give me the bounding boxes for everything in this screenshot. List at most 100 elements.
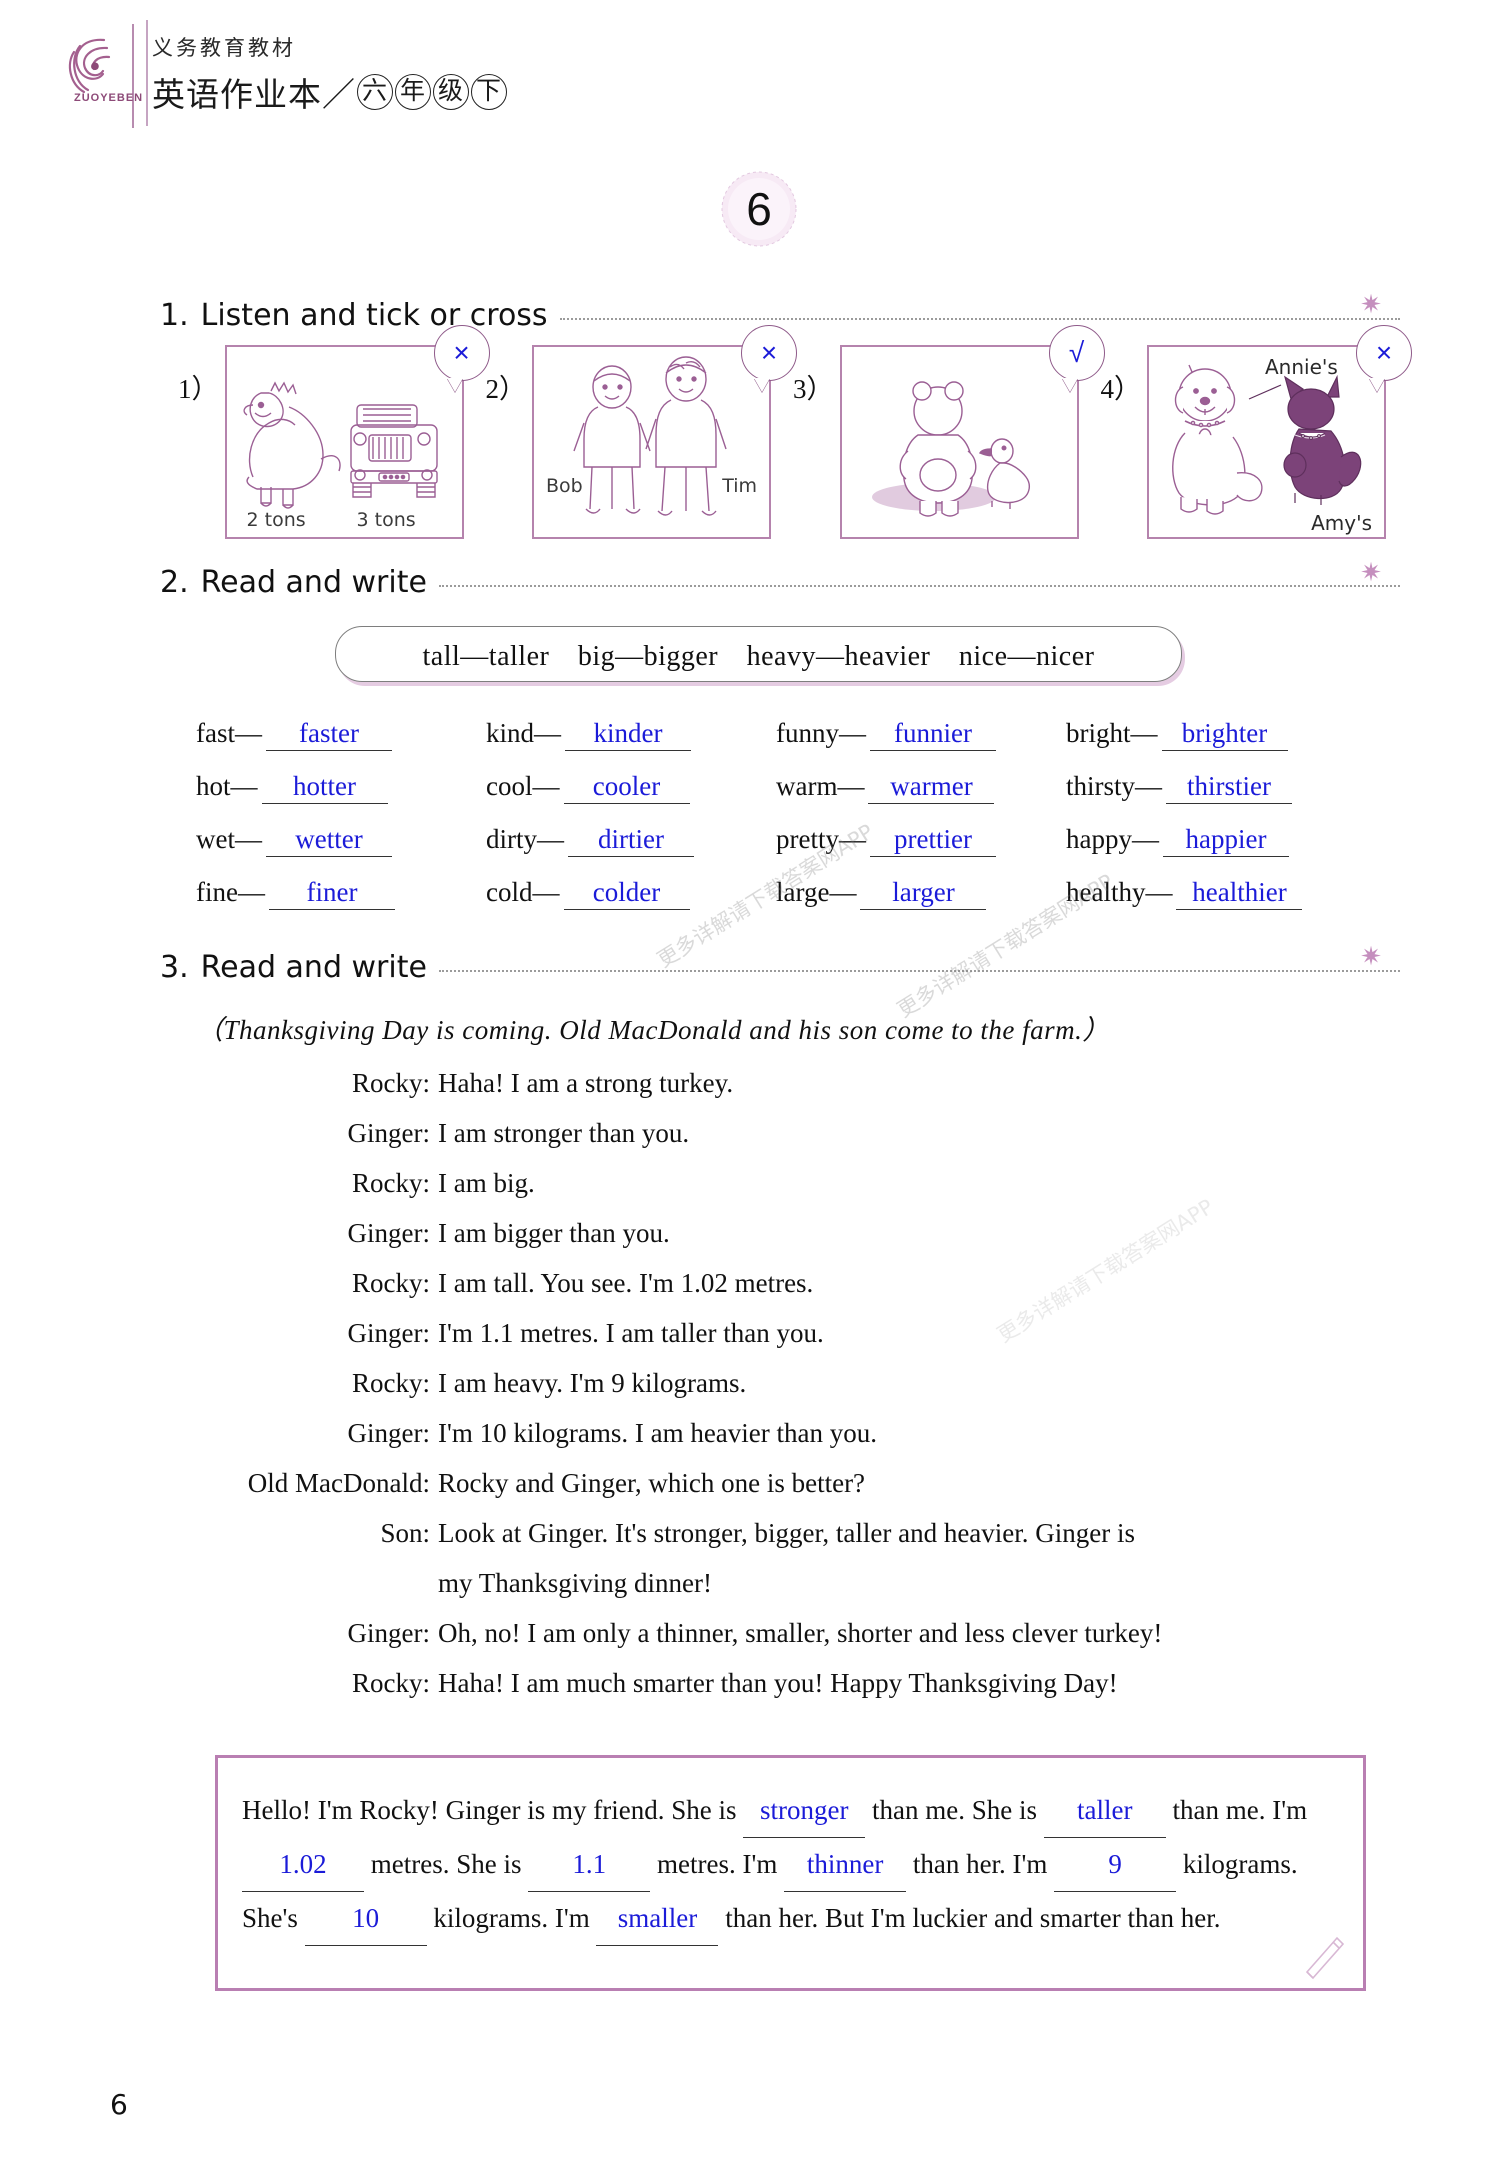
summary-blank-5[interactable]: thinner [784,1838,907,1892]
pair-cell: funny— funnier [776,718,1066,771]
summary-text-8: than her. I'm [912,1849,1048,1879]
pair-cell: fast— faster [196,718,486,771]
picture-box-2 [532,345,771,539]
summary-blank-8[interactable]: smaller [596,1892,719,1946]
answer-bubble-4[interactable]: × [1356,325,1412,392]
dialogue-text: I'm 1.1 metres. I am taller than you. [438,1318,824,1348]
answer-bubble-2[interactable]: × [741,325,797,392]
pair-cell: pretty— prettier [776,824,1066,877]
heading-dotted-rule [438,969,1400,972]
pair-answer-blank[interactable]: happier [1162,824,1289,857]
dialogue-speaker: Ginger: [347,1118,430,1148]
exercise1-number: 1. [160,298,189,333]
picture-item-2[interactable]: Bob Tim × [532,325,797,539]
picture-item-3[interactable]: √ [839,325,1105,539]
dialogue-line: Rocky: I am tall. You see. I'm 1.02 metre… [180,1258,1360,1308]
pair-base-word: cool— [486,771,560,801]
caption-2b: Tim [722,475,757,497]
pair-answer-blank[interactable]: healthier [1176,877,1303,910]
answer-mark-4: × [1375,337,1393,368]
pair-base-word: warm— [776,771,865,801]
exercise3-number: 3. [160,950,189,985]
summary-blank-4[interactable]: 1.1 [528,1838,651,1892]
picture-item-1[interactable]: 2 tons 3 tons × [224,325,490,539]
bubble-tail-1 [446,378,463,392]
pair-answer-blank[interactable]: dirtier [568,824,694,857]
word-bank-text: tall—taller big—bigger heavy—heavier nic… [422,641,1095,672]
answer-bubble-1[interactable]: × [433,325,490,392]
dialogue-text: I'm 10 kilograms. I am heavier than you. [438,1418,878,1448]
pair-cell: hot— hotter [196,771,486,824]
pair-base-word: pretty— [776,824,866,854]
summary-blank-7[interactable]: 10 [304,1892,427,1946]
summary-text-2: than me. [872,1795,966,1825]
exercise3-title: Read and write [200,950,427,985]
pair-cell: healthy— healthier [1066,877,1356,930]
summary-blank-3[interactable]: 1.02 [242,1838,364,1892]
unit-number: 6 [746,183,772,235]
comparative-pairs-grid: fast— faster kind— kinder funny— funnier brigh… [196,718,1356,930]
word-bank: tall—taller big—bigger heavy—heavier nic… [335,626,1182,682]
header-left-rule [146,20,148,126]
title-slash: ／ [322,75,356,114]
workbook-page: ZUOYEBEN 义务教育教材 英语作业本 ／ 六 年 级 下 6 1. Lis… [0,0,1500,2168]
picture-box-3 [839,345,1079,539]
pair-answer-blank[interactable]: larger [860,877,987,910]
summary-blank-6[interactable]: 9 [1054,1838,1177,1892]
summary-text: Hello! I'm Rocky! Ginger is my friend. S… [218,1758,1363,1946]
dialogue-text: Oh, no! I am only a thinner, smaller, sh… [438,1618,1163,1648]
picture-item-4[interactable]: Annie's Amy's × [1147,325,1412,539]
exercise1-items: 1） 2 tons 3 tons × 2） Bob Tim × 3） √ 4） … [178,325,1412,539]
pair-answer-blank[interactable]: prettier [869,824,996,857]
dialogue-line: Rocky: Haha! I am a strong turkey. [180,1058,1360,1108]
exercise1-title: Listen and tick or cross [200,298,548,333]
pair-answer-blank[interactable]: finer [268,877,395,910]
pair-base-word: funny— [776,718,866,748]
pair-answer-blank[interactable]: wetter [265,824,392,857]
pair-base-word: wet— [196,824,262,854]
summary-blank-2[interactable]: taller [1043,1784,1166,1838]
pair-cell: cold— colder [486,877,776,930]
sparkle-icon-1: ✷ [1360,290,1382,320]
heading-dotted-rule [559,317,1400,320]
dialogue-speaker: Rocky: [352,1068,430,1098]
dialogue-speaker: Ginger: [347,1318,430,1348]
pair-answer-blank[interactable]: faster [265,718,392,751]
summary-text-3: She is [971,1795,1038,1825]
grade-char-1: 六 [357,74,393,110]
pair-answer-blank[interactable]: colder [563,877,690,910]
summary-text-11: than her. But I'm luckier and smarter th… [725,1903,1221,1933]
pair-answer-blank[interactable]: thirstier [1166,771,1293,804]
exercise2-heading: 2. Read and write [160,565,1400,600]
pair-answer-blank[interactable]: kinder [565,718,692,751]
pair-cell: dirty— dirtier [486,824,776,877]
summary-blank-1[interactable]: stronger [743,1784,866,1838]
item-number-3: 3） [793,374,834,404]
dialogue-text: I am heavy. I'm 9 kilograms. [438,1368,747,1398]
dialogue-speaker: Rocky: [352,1368,430,1398]
dialogue-line: Rocky: I am heavy. I'm 9 kilograms. [180,1358,1360,1408]
dialogue-speaker: Ginger: [347,1418,430,1448]
pair-answer-blank[interactable]: funnier [870,718,996,751]
pair-base-word: dirty— [486,824,564,854]
pair-answer-blank[interactable]: brighter [1161,718,1288,751]
pair-answer-blank[interactable]: warmer [868,771,995,804]
item-number-2: 2） [485,374,527,404]
answer-bubble-3[interactable]: √ [1048,325,1105,392]
answer-mark-1: × [453,337,470,368]
exercise2-title: Read and write [200,565,427,600]
heading-dotted-rule [438,584,1400,587]
dialogue-line: Ginger: Oh, no! I am only a thinner, smal… [180,1608,1360,1658]
pair-base-word: healthy— [1066,877,1173,907]
pair-answer-blank[interactable]: cooler [563,771,690,804]
pair-base-word: cold— [486,877,560,907]
dialogue-line: Ginger: I'm 1.1 metres. I am taller than … [180,1308,1360,1358]
pair-cell: wet— wetter [196,824,486,877]
pair-base-word: hot— [196,771,258,801]
bubble-tail-3 [1061,378,1078,392]
dialogue-speaker: Rocky: [352,1668,430,1698]
pair-cell: bright— brighter [1066,718,1356,771]
dialogue-line: Old MacDonald: Rocky and Ginger, which on… [180,1458,1360,1508]
summary-text-10: kilograms. I'm [433,1903,590,1933]
pair-answer-blank[interactable]: hotter [261,771,388,804]
